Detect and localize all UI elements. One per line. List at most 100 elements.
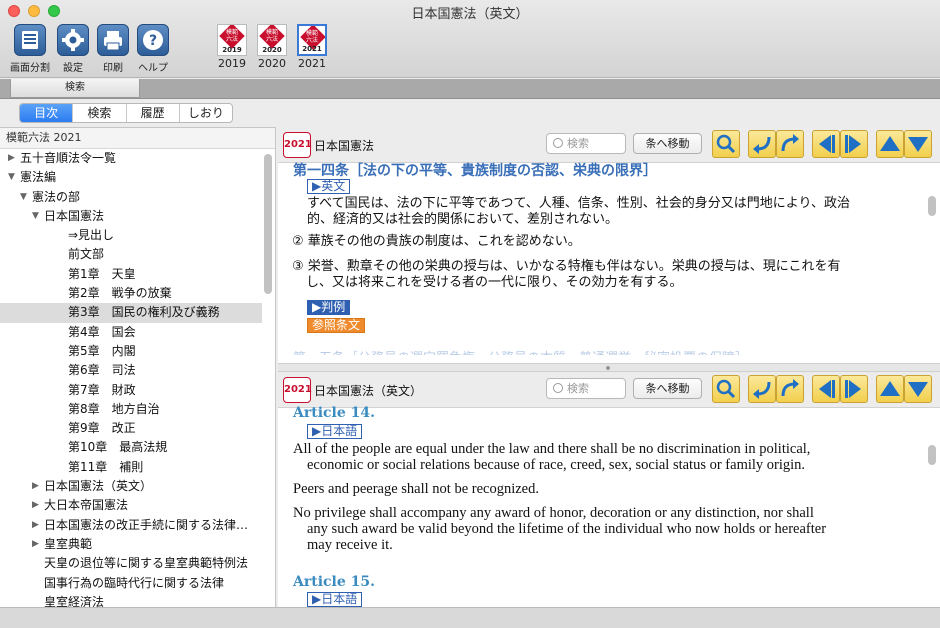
tree-item[interactable]: ▶ 皇室典範 (0, 535, 262, 554)
disclosure-closed-icon[interactable]: ▶ (8, 149, 18, 168)
japanese-link[interactable]: ▶日本語 (307, 424, 363, 439)
tree-item[interactable]: ▶ 日本国憲法の改正手続に関する法律… (0, 516, 262, 535)
tree-item[interactable]: ▶ 大日本帝国憲法 (0, 496, 262, 515)
help-label: ヘルプ (138, 63, 168, 74)
next-article-heading-partial: 第一五条［公務員の選定罷免権、公務員の本質、普通選挙・秘密投票の保障］ (293, 347, 748, 355)
help-icon: ? (137, 24, 169, 56)
triangle-up-icon (880, 136, 900, 151)
title-bar: 日本国憲法（英文） 画面分割 設定 印刷 ? ヘルプ 模範 六法 2019 20… (0, 0, 940, 78)
disclosure-closed-icon[interactable]: ▶ (32, 477, 42, 496)
segment-history[interactable]: 履歴 (127, 104, 180, 122)
japanese-link-2[interactable]: ▶日本語 (307, 592, 363, 607)
top-pane-scroll-thumb[interactable] (928, 196, 936, 216)
scroll-up-button[interactable] (876, 130, 904, 158)
jump-to-article-button[interactable]: 条へ移動 (633, 133, 702, 154)
forward-button[interactable] (776, 375, 804, 403)
curved-arrow-right-icon (781, 134, 799, 152)
contents-tree: ▶ 五十音順法令一覧 ▼ 憲法編 ▼ 憲法の部 ▼ 日本国憲法 ⇒見出し 前文部 第1章 天皇 第2章… (0, 149, 262, 607)
japanese-text-pane: 2021 日本国憲法 検索 条へ移動 第一四条［法の下の平等、貴族制度の否認、栄… (278, 127, 940, 363)
find-button[interactable] (712, 130, 740, 158)
next-article-button[interactable] (840, 375, 868, 403)
disclosure-open-icon[interactable]: ▼ (8, 168, 18, 187)
paragraph-1-line-1: すべて国民は、法の下に平等であつて、人種、信条、性別、社会的身分又は門地により、… (307, 196, 851, 211)
tree-item-label: 日本国憲法の改正手続に関する法律… (44, 517, 249, 532)
segment-contents[interactable]: 目次 (20, 104, 74, 122)
tree-item[interactable]: 第7章 財政 (0, 381, 262, 400)
sidebar-scrollbar[interactable] (264, 150, 272, 606)
disclosure-open-icon[interactable]: ▼ (32, 207, 42, 226)
tree-item[interactable]: ▶ 五十音順法令一覧 (0, 149, 262, 168)
pane-toolbar: 2021 日本国憲法（英文） 検索 条へ移動 (278, 372, 940, 408)
disclosure-closed-icon[interactable]: ▶ (32, 535, 42, 554)
prev-bar-icon (819, 380, 835, 398)
tree-item-label: 前文部 (68, 247, 105, 262)
scroll-up-button[interactable] (876, 375, 904, 403)
tree-item[interactable]: 天皇の退位等に関する皇室典範特例法 (0, 554, 262, 573)
edition-year-label: 2020 (258, 57, 286, 70)
paragraph-3: ③ 栄誉、勲章その他の栄典の授与は、いかなる特権も伴はない。栄典の授与は、現にこ… (292, 259, 841, 291)
splitter-handle-dot (606, 366, 610, 370)
segment-search[interactable]: 検索 (73, 104, 127, 122)
tree-item[interactable]: 第2章 戦争の放棄 (0, 284, 262, 303)
tree-item-label: ⇒見出し (68, 228, 115, 243)
tree-item[interactable]: ⇒見出し (0, 226, 262, 245)
tree-item[interactable]: 国事行為の臨時代行に関する法律 (0, 574, 262, 593)
scroll-down-button[interactable] (904, 375, 932, 403)
tree-item[interactable]: 皇室経済法 (0, 593, 262, 607)
english-link[interactable]: ▶英文 (307, 179, 351, 194)
edition-2020-button[interactable]: 模範 六法 2020 2020 (255, 24, 289, 72)
tree-item[interactable]: 第5章 内閣 (0, 342, 262, 361)
paragraph-2-number: ② (292, 234, 304, 249)
forward-button[interactable] (776, 130, 804, 158)
segment-bookmarks[interactable]: しおり (180, 104, 232, 122)
tree-item[interactable]: 第6章 司法 (0, 361, 262, 380)
disclosure-open-icon[interactable]: ▼ (20, 188, 30, 207)
triangle-down-icon (908, 137, 928, 152)
back-button[interactable] (748, 130, 776, 158)
pane-search-input[interactable]: 検索 (546, 378, 626, 399)
paragraph-2: ② 華族その他の貴族の制度は、これを認めない。 (292, 234, 581, 250)
disclosure-closed-icon[interactable]: ▶ (32, 496, 42, 515)
find-button[interactable] (712, 375, 740, 403)
edition-2019-button[interactable]: 模範 六法 2019 2019 (215, 24, 249, 72)
reference-articles-link[interactable]: 参照条文 (307, 318, 366, 333)
precedent-link[interactable]: ▶判例 (307, 300, 351, 315)
tree-item-label: 大日本帝国憲法 (44, 498, 129, 513)
magnifier-icon (716, 134, 736, 154)
disclosure-closed-icon[interactable]: ▶ (32, 516, 42, 535)
help-button[interactable]: ? ヘルプ (125, 24, 181, 74)
edition-2021-button[interactable]: 模範 六法 2021 2021 (295, 24, 329, 72)
tree-item[interactable]: ▼ 日本国憲法 (0, 207, 262, 226)
edition-year-label: 2021 (298, 57, 326, 70)
search-icon (553, 383, 563, 393)
tree-item-label: 五十音順法令一覧 (20, 151, 117, 165)
tree-item[interactable]: 第11章 補則 (0, 458, 262, 477)
next-article-button[interactable] (840, 130, 868, 158)
paragraph-2-text: 華族その他の貴族の制度は、これを認めない。 (307, 234, 581, 249)
search-strip: 検索 (0, 79, 940, 99)
tree-item[interactable]: 第8章 地方自治 (0, 400, 262, 419)
tree-item[interactable]: 第4章 国会 (0, 323, 262, 342)
pane-search-input[interactable]: 検索 (546, 133, 626, 154)
tree-item[interactable]: ▼ 憲法編 (0, 168, 262, 187)
back-button[interactable] (748, 375, 776, 403)
tree-item[interactable]: ▶ 日本国憲法（英文） (0, 477, 262, 496)
tree-item[interactable]: ▼ 憲法の部 (0, 188, 262, 207)
sidebar-scroll-thumb[interactable] (264, 154, 272, 294)
svg-text:?: ? (149, 33, 157, 49)
english-paragraph-3-line-2: any such award be valid beyond the lifet… (307, 521, 827, 537)
jump-to-article-button[interactable]: 条へ移動 (633, 378, 702, 399)
previous-article-button[interactable] (812, 130, 840, 158)
tree-item[interactable]: 第1章 天皇 (0, 265, 262, 284)
tree-item-label: 第3章 国民の権利及び義務 (68, 305, 220, 320)
tree-item[interactable]: 第3章 国民の権利及び義務 (0, 303, 262, 323)
tree-item[interactable]: 第10章 最高法規 (0, 438, 262, 457)
pane-splitter[interactable] (278, 363, 940, 372)
english-paragraph-1: All of the people are equal under the la… (293, 441, 908, 473)
bottom-pane-scroll-thumb[interactable] (928, 445, 936, 465)
tree-item[interactable]: 前文部 (0, 245, 262, 264)
tree-item[interactable]: 第9章 改正 (0, 419, 262, 438)
scroll-down-button[interactable] (904, 130, 932, 158)
search-strip-tab[interactable]: 検索 (10, 79, 140, 98)
previous-article-button[interactable] (812, 375, 840, 403)
